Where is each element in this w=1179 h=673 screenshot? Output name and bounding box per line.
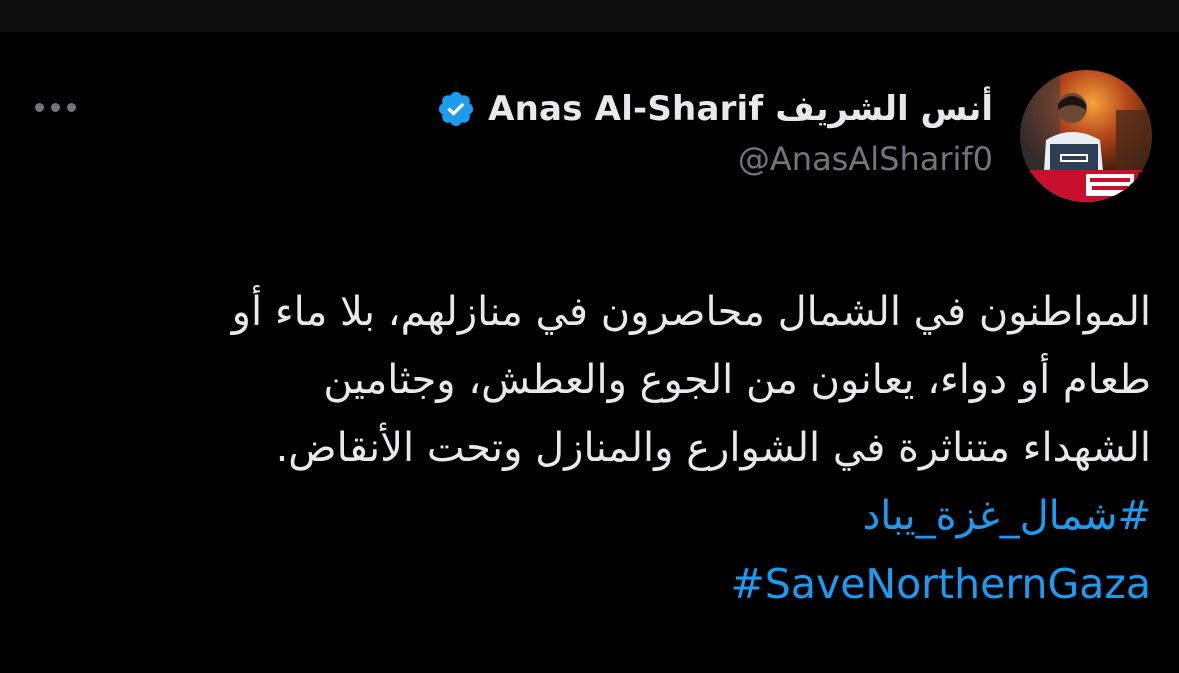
tweet-text: المواطنون في الشمال محاصرون في منازلهم، …: [231, 289, 1151, 471]
hashtag-link[interactable]: #SaveNorthernGaza: [91, 550, 1151, 618]
more-horizontal-icon: [34, 102, 44, 112]
more-horizontal-icon: [50, 102, 60, 112]
more-options-button[interactable]: [30, 92, 80, 122]
author-name-row: أنس الشريف Anas Al-Sharif: [436, 80, 993, 138]
window-top-strip: [0, 0, 1179, 32]
hashtag-link[interactable]: #شمال_غزة_يباد: [91, 482, 1151, 550]
author-handle[interactable]: @AnasAlSharif0: [738, 140, 993, 178]
tweet-body: المواطنون في الشمال محاصرون في منازلهم، …: [91, 278, 1151, 618]
verified-badge-icon: [436, 89, 476, 129]
avatar[interactable]: [1020, 70, 1152, 202]
author-display-name[interactable]: أنس الشريف Anas Al-Sharif: [488, 89, 993, 129]
more-horizontal-icon: [66, 102, 76, 112]
avatar-photo: [1020, 70, 1152, 202]
